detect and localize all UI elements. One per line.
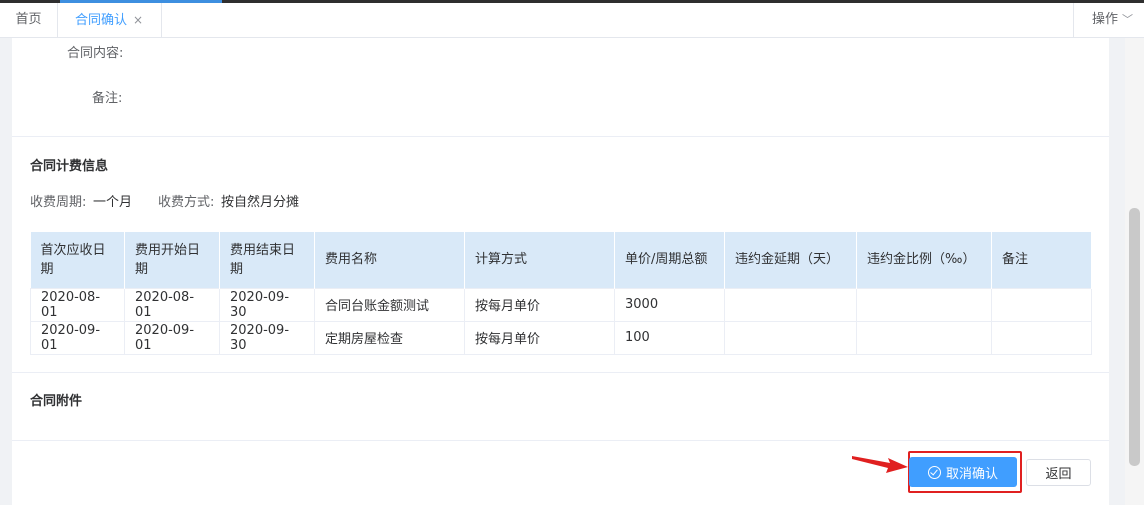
attachments-section-title: 合同附件 xyxy=(30,394,83,409)
table-cell: 2020-09-30 xyxy=(219,287,315,322)
table-cell: 按每月单价 xyxy=(464,320,615,355)
tab-contract-confirm-label: 合同确认 xyxy=(75,13,128,28)
table-cell xyxy=(724,320,857,355)
table-cell: 2020-09-01 xyxy=(124,320,220,355)
table-cell xyxy=(856,287,992,322)
section-divider xyxy=(12,440,1109,441)
table-cell: 合同台账金额测试 xyxy=(314,287,465,322)
table-cell: 2020-09-01 xyxy=(30,320,125,355)
section-divider xyxy=(12,136,1109,137)
main-panel: 合同内容: 备注: 合同计费信息 收费周期: 一个月 收费方式: 按自然月分摊 … xyxy=(12,38,1109,505)
table-cell: 定期房屋检查 xyxy=(314,320,465,355)
table-cell: 100 xyxy=(614,320,725,355)
section-divider xyxy=(12,372,1109,373)
table-cell xyxy=(991,320,1092,355)
chevron-down-icon: ﹀ xyxy=(1122,13,1134,26)
table-row: 2020-08-01 2020-08-01 2020-09-30 合同台账金额测… xyxy=(30,287,1092,322)
table-cell: 按每月单价 xyxy=(464,287,615,322)
table-cell: 2020-09-30 xyxy=(219,320,315,355)
operations-menu[interactable]: 操作 ﹀ xyxy=(1073,3,1144,37)
table-cell xyxy=(991,287,1092,322)
close-icon[interactable]: × xyxy=(133,13,143,27)
table-cell xyxy=(724,287,857,322)
table-cell: 3000 xyxy=(614,287,725,322)
cancel-confirm-button[interactable]: 取消确认 xyxy=(909,457,1017,487)
billing-method-label: 收费方式: xyxy=(158,195,215,210)
back-button[interactable]: 返回 xyxy=(1026,459,1091,486)
column-header: 费用开始日期 xyxy=(124,232,220,288)
back-label: 返回 xyxy=(1045,467,1072,482)
table-cell: 2020-08-01 xyxy=(124,287,220,322)
billing-period-label: 收费周期: xyxy=(30,195,87,210)
cancel-confirm-label: 取消确认 xyxy=(945,466,998,482)
contract-content-label: 合同内容: xyxy=(67,46,124,61)
column-header: 单价/周期总额 xyxy=(614,232,725,288)
column-header: 违约金延期（天） xyxy=(724,232,857,288)
table-cell xyxy=(856,320,992,355)
column-header: 计算方式 xyxy=(464,232,615,288)
tab-contract-confirm[interactable]: 合同确认 × xyxy=(58,3,162,37)
tab-home-label: 首页 xyxy=(15,12,42,27)
scrollbar-thumb[interactable] xyxy=(1129,208,1140,466)
billing-method-value: 按自然月分摊 xyxy=(221,195,300,210)
column-header: 首次应收日期 xyxy=(30,232,125,288)
table-cell: 2020-08-01 xyxy=(30,287,125,322)
check-circle-icon xyxy=(927,465,941,479)
billing-section-title: 合同计费信息 xyxy=(30,159,109,174)
tab-bar: 首页 合同确认 × 操作 ﹀ xyxy=(0,3,1144,38)
table-header-row: 首次应收日期 费用开始日期 费用结束日期 费用名称 计算方式 单价/周期总额 违… xyxy=(30,232,1092,288)
operations-label: 操作 xyxy=(1092,12,1119,27)
table-row: 2020-09-01 2020-09-01 2020-09-30 定期房屋检查 … xyxy=(30,320,1092,355)
column-header: 违约金比例（‰） xyxy=(856,232,992,288)
billing-table: 首次应收日期 费用开始日期 费用结束日期 费用名称 计算方式 单价/周期总额 违… xyxy=(30,232,1092,355)
column-header: 费用结束日期 xyxy=(219,232,315,288)
column-header: 费用名称 xyxy=(314,232,465,288)
column-header: 备注 xyxy=(991,232,1092,288)
remark-label: 备注: xyxy=(92,91,123,106)
billing-period-value: 一个月 xyxy=(93,195,133,210)
annotation-arrow-icon xyxy=(852,456,908,473)
tab-home[interactable]: 首页 xyxy=(0,3,58,37)
